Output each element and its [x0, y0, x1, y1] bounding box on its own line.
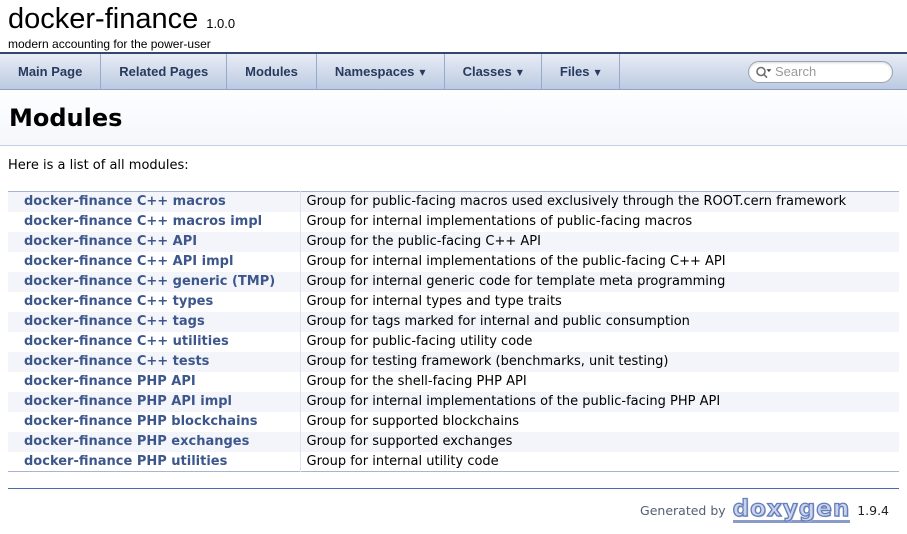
module-link[interactable]: docker-finance C++ utilities [24, 334, 229, 349]
module-link[interactable]: docker-finance C++ types [24, 294, 213, 309]
page-header: Modules [0, 90, 907, 146]
module-link[interactable]: docker-finance PHP exchanges [24, 434, 249, 449]
generated-by-label: Generated by [640, 503, 726, 518]
module-description: Group for supported blockchains [300, 412, 899, 432]
module-link[interactable]: docker-finance PHP API impl [24, 394, 232, 409]
project-version: 1.0.0 [206, 16, 235, 31]
nav-tab[interactable]: Related Pages [101, 54, 227, 89]
table-row: docker-finance C++ macros impl Group for… [8, 212, 899, 232]
nav-tab[interactable]: Main Page [0, 54, 101, 89]
nav-tab-label: Classes [463, 64, 512, 79]
table-row: docker-finance C++ tests Group for testi… [8, 352, 899, 372]
nav-tab-label: Files [560, 64, 590, 79]
nav-tab[interactable]: Modules [227, 54, 317, 89]
project-name: docker-finance [8, 3, 198, 36]
nav-tab-label: Modules [245, 64, 298, 79]
module-description: Group for internal types and type traits [300, 292, 899, 312]
module-description: Group for supported exchanges [300, 432, 899, 452]
module-description: Group for the shell-facing PHP API [300, 372, 899, 392]
nav-tab-list: Main Page Related Pages Modules Namespac… [0, 54, 620, 89]
intro-text: Here is a list of all modules: [8, 158, 899, 173]
page-title: Modules [9, 104, 122, 132]
project-brief: modern accounting for the power-user [8, 37, 907, 51]
table-row: docker-finance PHP utilities Group for i… [8, 452, 899, 472]
table-row: docker-finance PHP API Group for the she… [8, 372, 899, 392]
module-description: Group for the public-facing C++ API [300, 232, 899, 252]
nav-tab[interactable]: Classes ▼ [445, 54, 542, 89]
nav-tab-label: Related Pages [119, 64, 208, 79]
table-row: docker-finance PHP blockchains Group for… [8, 412, 899, 432]
module-link[interactable]: docker-finance C++ API impl [24, 254, 233, 269]
module-description: Group for internal utility code [300, 452, 899, 472]
module-link[interactable]: docker-finance C++ macros [24, 194, 226, 209]
module-link[interactable]: docker-finance PHP utilities [24, 454, 227, 469]
nav-tab-label: Main Page [18, 64, 82, 79]
table-row: docker-finance C++ types Group for inter… [8, 292, 899, 312]
main-nav: Main Page Related Pages Modules Namespac… [0, 52, 907, 90]
module-link[interactable]: docker-finance PHP blockchains [24, 414, 258, 429]
module-description: Group for public-facing utility code [300, 332, 899, 352]
module-description: Group for internal implementations of pu… [300, 212, 899, 232]
nav-tab[interactable]: Files ▼ [542, 54, 620, 89]
table-row: docker-finance C++ tags Group for tags m… [8, 312, 899, 332]
table-row: docker-finance C++ API Group for the pub… [8, 232, 899, 252]
chevron-down-icon: ▼ [595, 68, 601, 77]
title-area: docker-finance 1.0.0 modern accounting f… [0, 0, 907, 52]
module-description: Group for internal implementations of th… [300, 392, 899, 412]
table-row: docker-finance PHP exchanges Group for s… [8, 432, 899, 452]
doxygen-logo[interactable]: doxygen [733, 498, 851, 523]
module-link[interactable]: docker-finance C++ generic (TMP) [24, 274, 275, 289]
contents: Here is a list of all modules: docker-fi… [0, 158, 907, 523]
search-input[interactable] [775, 64, 884, 79]
module-link[interactable]: docker-finance PHP API [24, 374, 196, 389]
module-description: Group for internal implementations of th… [300, 252, 899, 272]
module-link[interactable]: docker-finance C++ macros impl [24, 214, 262, 229]
table-row: docker-finance PHP API impl Group for in… [8, 392, 899, 412]
chevron-down-icon: ▼ [419, 68, 425, 77]
nav-tab-label: Namespaces [335, 64, 415, 79]
table-row: docker-finance C++ utilities Group for p… [8, 332, 899, 352]
doxygen-version: 1.9.4 [857, 503, 889, 518]
module-link[interactable]: docker-finance C++ tests [24, 354, 209, 369]
table-row: docker-finance C++ API impl Group for in… [8, 252, 899, 272]
module-description: Group for public-facing macros used excl… [300, 192, 899, 212]
module-link[interactable]: docker-finance C++ API [24, 234, 197, 249]
search-icon[interactable] [755, 65, 772, 79]
table-row: docker-finance C++ generic (TMP) Group f… [8, 272, 899, 292]
table-row: docker-finance C++ macros Group for publ… [8, 192, 899, 212]
footer: Generated by doxygen 1.9.4 [8, 489, 899, 523]
module-description: Group for testing framework (benchmarks,… [300, 352, 899, 372]
nav-tab[interactable]: Namespaces ▼ [317, 54, 445, 89]
search-box[interactable] [748, 61, 893, 83]
module-description: Group for tags marked for internal and p… [300, 312, 899, 332]
chevron-down-icon: ▼ [517, 68, 523, 77]
module-description: Group for internal generic code for temp… [300, 272, 899, 292]
modules-table: docker-finance C++ macros Group for publ… [8, 191, 899, 472]
module-link[interactable]: docker-finance C++ tags [24, 314, 205, 329]
